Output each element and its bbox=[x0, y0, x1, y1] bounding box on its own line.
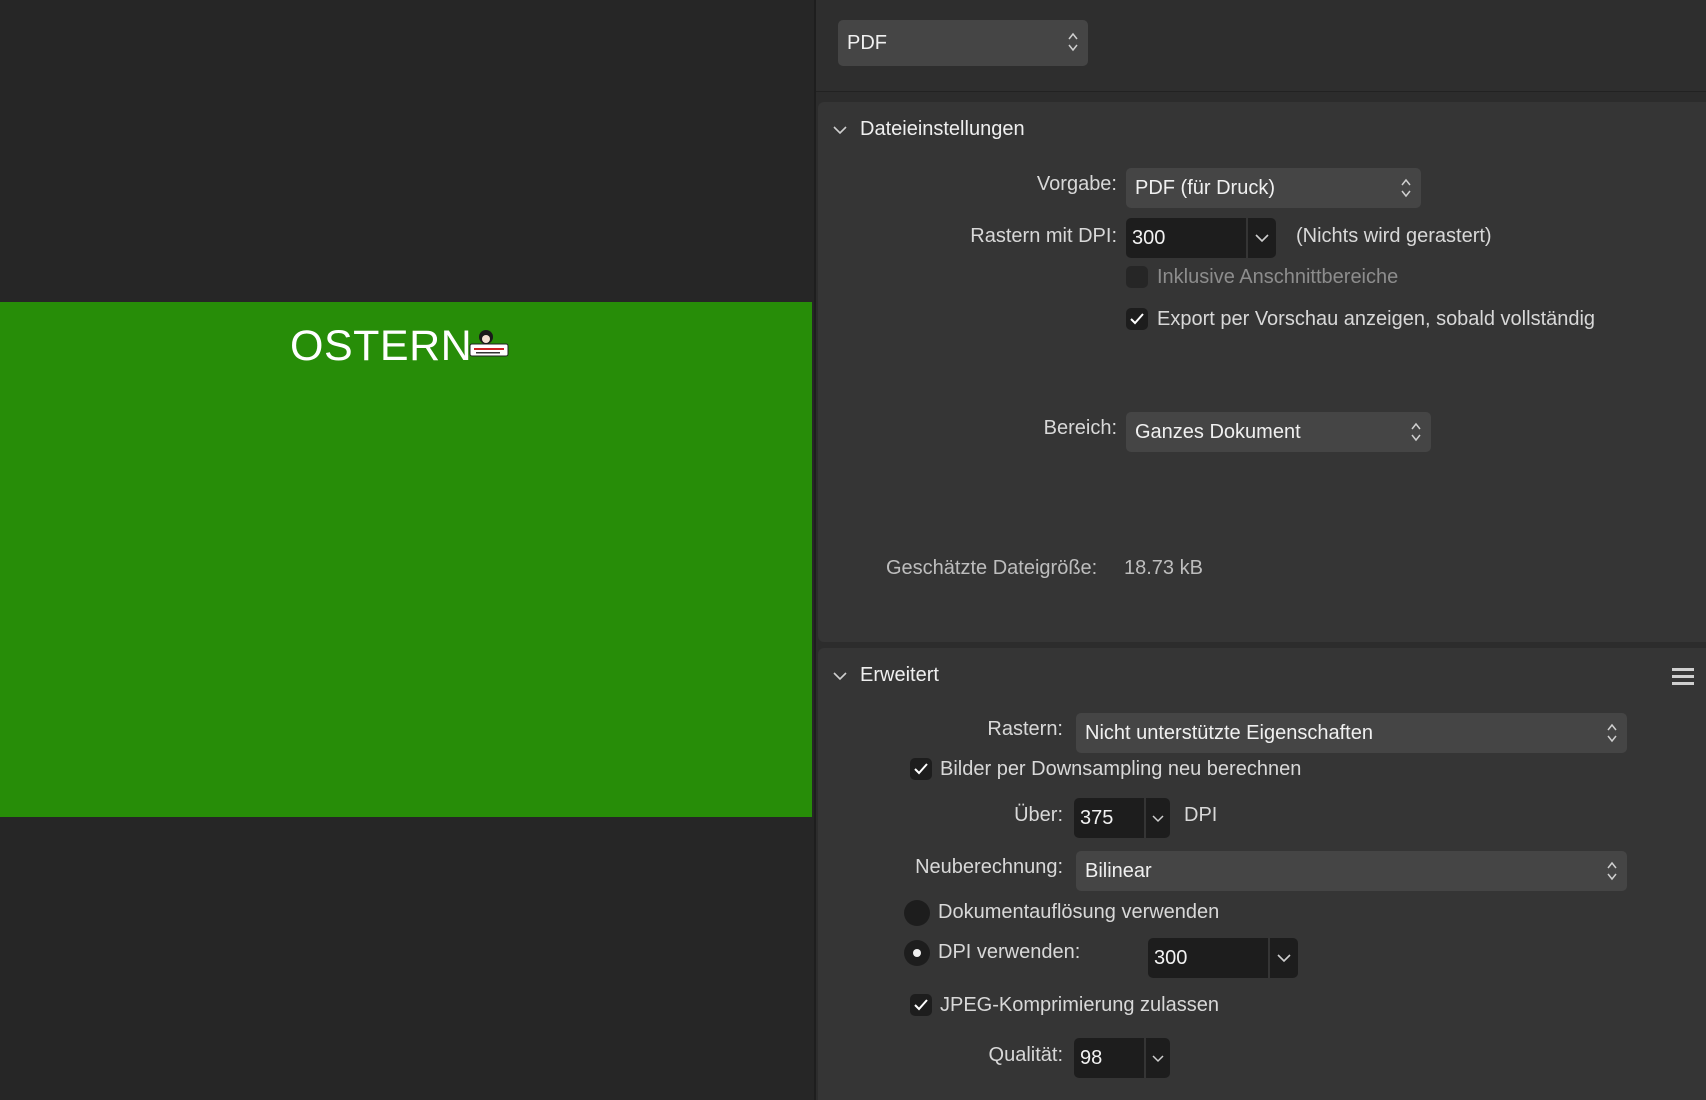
raster-dpi-label: Rastern mit DPI: bbox=[970, 225, 1117, 247]
chevron-down-icon bbox=[1277, 954, 1291, 963]
format-select[interactable]: PDF bbox=[838, 20, 1088, 66]
downsample-checkbox[interactable] bbox=[910, 758, 932, 780]
preview-title-text: OSTERN bbox=[290, 322, 473, 370]
downsample-label: Bilder per Downsampling neu berechnen bbox=[940, 758, 1302, 780]
chevron-down-icon bbox=[1255, 234, 1269, 243]
up-down-arrows-icon bbox=[1607, 723, 1617, 743]
rasterize-value: Nicht unterstützte Eigenschaften bbox=[1085, 721, 1373, 744]
raster-dpi-dropdown-button[interactable] bbox=[1246, 218, 1276, 258]
format-select-label: PDF bbox=[847, 31, 887, 54]
raster-note: (Nichts wird gerastert) bbox=[1296, 225, 1492, 247]
preview-export-label: Export per Vorschau anzeigen, sobald vol… bbox=[1157, 308, 1596, 330]
file-settings-header[interactable]: Dateieinstellungen bbox=[832, 118, 1025, 141]
include-bleed-checkbox[interactable] bbox=[1126, 266, 1148, 288]
use-dpi-radio[interactable] bbox=[904, 940, 930, 966]
over-unit: DPI bbox=[1184, 804, 1218, 826]
area-select[interactable]: Ganzes Dokument bbox=[1126, 412, 1431, 452]
over-label: Über: bbox=[1014, 804, 1063, 826]
jpeg-label: JPEG-Komprimierung zulassen bbox=[940, 994, 1219, 1016]
preset-label: Vorgabe: bbox=[1036, 173, 1117, 195]
preset-value: PDF (für Druck) bbox=[1135, 176, 1275, 199]
up-down-arrows-icon bbox=[1068, 32, 1078, 52]
use-dpi-dropdown-button[interactable] bbox=[1268, 938, 1298, 978]
up-down-arrows-icon bbox=[1607, 861, 1617, 881]
quality-dropdown-button[interactable] bbox=[1144, 1038, 1170, 1078]
advanced-section: Erweitert Rastern: Nicht unterstützte Ei… bbox=[818, 648, 1706, 1100]
jpeg-checkbox[interactable] bbox=[910, 994, 932, 1016]
preset-select[interactable]: PDF (für Druck) bbox=[1126, 168, 1421, 208]
area-value: Ganzes Dokument bbox=[1135, 420, 1301, 443]
checkmark-icon bbox=[914, 999, 928, 1011]
format-bar: PDF bbox=[816, 0, 1706, 92]
resample-value: Bilinear bbox=[1085, 859, 1152, 882]
rasterize-label: Rastern: bbox=[987, 718, 1063, 740]
quality-field[interactable]: 98 bbox=[1074, 1038, 1144, 1078]
over-dpi-dropdown-button[interactable] bbox=[1144, 798, 1170, 838]
checkmark-icon bbox=[914, 763, 928, 775]
hamburger-menu-icon[interactable] bbox=[1672, 667, 1694, 685]
preview-export-checkbox[interactable] bbox=[1126, 308, 1148, 330]
quality-combo[interactable]: 98 bbox=[1074, 1038, 1170, 1078]
export-settings-panel: PDF Dateieinstellungen Vorgabe: PDF (für… bbox=[814, 0, 1706, 1100]
resample-select[interactable]: Bilinear bbox=[1076, 851, 1627, 891]
use-doc-resolution-radio[interactable] bbox=[904, 900, 930, 926]
file-settings-title: Dateieinstellungen bbox=[860, 118, 1025, 140]
up-down-arrows-icon bbox=[1411, 422, 1421, 442]
over-dpi-field[interactable]: 375 bbox=[1074, 798, 1144, 838]
chevron-down-icon bbox=[833, 671, 847, 680]
clipart-icon bbox=[469, 330, 509, 357]
radio-selected-dot bbox=[913, 949, 921, 957]
document-preview bbox=[0, 302, 812, 817]
rasterize-select[interactable]: Nicht unterstützte Eigenschaften bbox=[1076, 713, 1627, 753]
area-label: Bereich: bbox=[1043, 417, 1117, 439]
use-dpi-label: DPI verwenden: bbox=[938, 941, 1081, 963]
raster-dpi-combo[interactable]: 300 bbox=[1126, 218, 1276, 258]
advanced-title: Erweitert bbox=[860, 664, 939, 686]
advanced-header[interactable]: Erweitert bbox=[832, 664, 939, 687]
filesize-value: 18.73 kB bbox=[1124, 557, 1203, 579]
use-dpi-field[interactable]: 300 bbox=[1148, 938, 1268, 978]
file-settings-section: Dateieinstellungen Vorgabe: PDF (für Dru… bbox=[818, 102, 1706, 642]
filesize-label: Geschätzte Dateigröße: bbox=[886, 557, 1098, 579]
resample-label: Neuberechnung: bbox=[915, 856, 1063, 878]
use-dpi-combo[interactable]: 300 bbox=[1148, 938, 1298, 978]
raster-dpi-field[interactable]: 300 bbox=[1126, 218, 1246, 258]
up-down-arrows-icon bbox=[1401, 178, 1411, 198]
include-bleed-label: Inklusive Anschnittbereiche bbox=[1157, 266, 1399, 288]
chevron-down-icon bbox=[833, 125, 847, 134]
use-doc-resolution-label: Dokumentauflösung verwenden bbox=[938, 901, 1220, 923]
over-dpi-combo[interactable]: 375 bbox=[1074, 798, 1170, 838]
quality-label: Qualität: bbox=[988, 1044, 1063, 1066]
chevron-down-icon bbox=[1152, 814, 1164, 822]
checkmark-icon bbox=[1130, 313, 1144, 325]
chevron-down-icon bbox=[1152, 1054, 1164, 1062]
